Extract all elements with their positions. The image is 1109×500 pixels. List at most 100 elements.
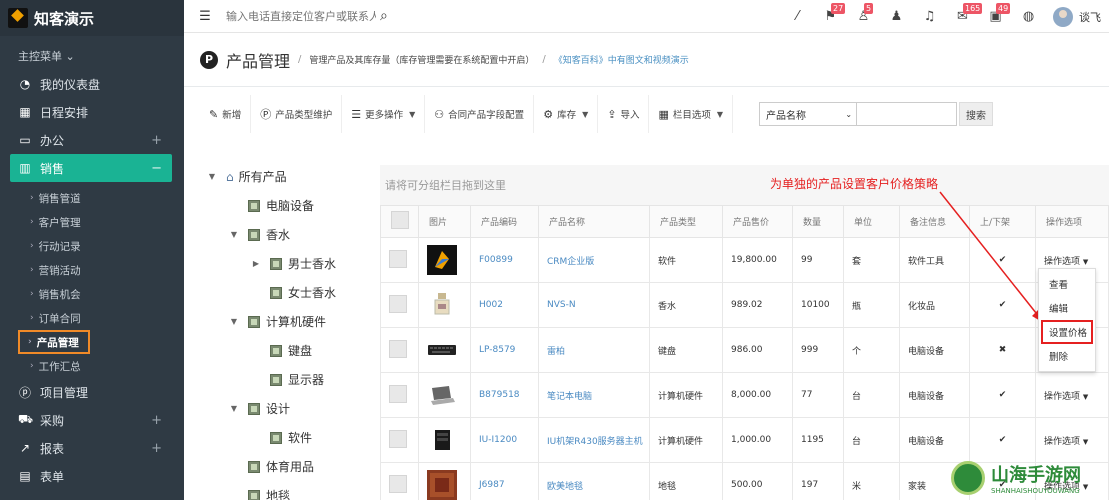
table-row[interactable]: LP-8579 雷柏 键盘 986.00 999 个 电脑设备 ✖ [380,327,1109,373]
menu-item-delete[interactable]: 删除 [1039,344,1095,368]
help-link[interactable]: 《知客百科》中有图文和视频演示 [554,53,689,66]
tree-node[interactable]: 电脑设备 [200,191,380,220]
row-select-cell[interactable] [380,372,419,418]
sidebar-subitem-opportunities[interactable]: › 销售机会 [0,282,184,306]
row-checkbox[interactable] [389,474,407,493]
search-button[interactable]: 搜索 [959,102,994,126]
column-header[interactable]: 产品编码 [470,205,539,238]
sidebar-subitem-summary[interactable]: › 工作汇总 [0,354,184,378]
magic-wand-icon[interactable]: ⁄ [781,9,814,24]
import-button[interactable]: ⇪ 导入 [598,95,650,133]
sidebar-item-office[interactable]: ▭ 办公 + [0,126,184,154]
product-image-crm[interactable] [427,245,457,275]
caret-down-icon[interactable]: ▼ [228,404,240,413]
product-name-link[interactable]: IU机架R430服务器主机 [547,437,643,447]
row-select-cell[interactable] [380,462,419,500]
product-name-link[interactable]: 雷柏 [547,347,565,357]
column-header[interactable]: 产品名称 [538,205,650,238]
more-actions-button[interactable]: ☰ 更多操作 ▼ [342,95,426,133]
sidebar-item-dashboard[interactable]: ◔ 我的仪表盘 [0,70,184,98]
row-select-cell[interactable] [380,417,419,463]
main-menu-toggle[interactable]: 主控菜单 ⌄ [0,36,184,70]
sidebar-item-schedule[interactable]: ▦ 日程安排 [0,98,184,126]
table-row[interactable]: F00899 CRM企业版 软件 19,800.00 99 套 软件工具 ✔ 操… [380,237,1109,283]
product-code-link[interactable]: J6987 [479,480,505,490]
row-checkbox[interactable] [389,429,407,448]
tree-node[interactable]: 地毯 [200,481,380,500]
expand-icon[interactable]: + [151,133,162,148]
user-remove-icon[interactable]: ♟ [880,9,913,24]
product-name-link[interactable]: CRM企业版 [547,257,594,267]
menu-item-view[interactable]: 查看 [1039,272,1095,296]
ops-dropdown-button[interactable]: 操作选项 ▼ [1044,392,1088,402]
row-select-cell[interactable] [380,282,419,328]
caret-down-icon[interactable]: ▼ [228,317,240,326]
search-input[interactable] [226,9,376,23]
row-checkbox[interactable] [389,249,407,268]
stock-button[interactable]: ⚙ 库存 ▼ [534,95,599,133]
tree-node[interactable]: ▼ 设计 [200,394,380,423]
ops-dropdown-button[interactable]: 操作选项 ▼ [1044,437,1088,447]
sidebar-subitem-marketing[interactable]: › 营销活动 [0,258,184,282]
sidebar-item-projects[interactable]: ⓟ 项目管理 [0,378,184,406]
row-select-cell[interactable] [380,327,419,373]
product-code-link[interactable]: LP-8579 [479,345,515,355]
ops-dropdown-button[interactable]: 操作选项 ▼ [1044,257,1088,267]
row-checkbox[interactable] [389,339,407,358]
tree-node[interactable]: 体育用品 [200,452,380,481]
product-image-keyboard[interactable] [427,335,457,365]
product-image-server[interactable] [427,425,457,455]
product-name-link[interactable]: 笔记本电脑 [547,392,592,402]
collapse-icon[interactable]: − [151,161,162,176]
calendar-icon[interactable]: ▣ 49 [979,3,1012,24]
select-all-header[interactable] [380,205,419,238]
row-checkbox[interactable] [389,294,407,313]
tree-node[interactable]: 女士香水 [200,278,380,307]
globe-icon[interactable]: ◍ [1012,9,1045,24]
sidebar-subitem-contracts[interactable]: › 订单合同 [0,306,184,330]
tree-node[interactable]: 显示器 [200,365,380,394]
caret-right-icon[interactable]: ▶ [250,259,262,268]
column-header[interactable]: 产品售价 [722,205,793,238]
sidebar-item-purchase[interactable]: ⛟ 采购 + [0,406,184,434]
sidebar-item-forms[interactable]: ▤ 表单 [0,462,184,490]
filter-input[interactable] [857,102,958,126]
expand-icon[interactable]: + [151,413,162,428]
row-select-cell[interactable] [380,237,419,283]
column-header[interactable]: 图片 [418,205,471,238]
caret-down-icon[interactable]: ▼ [228,230,240,239]
column-header[interactable]: 产品类型 [649,205,723,238]
mail-icon[interactable]: ✉ 165 [946,3,983,24]
sidebar-subitem-pipeline[interactable]: › 销售管道 [0,186,184,210]
menu-item-set-price[interactable]: 设置价格 [1041,320,1093,344]
search-icon[interactable]: ⌕ [380,8,388,24]
filter-select[interactable]: 产品名称 ⌄ [759,102,858,126]
column-header[interactable]: 单位 [843,205,900,238]
column-header[interactable]: 操作选项 [1035,205,1109,238]
flag-icon[interactable]: ⚑ 27 [814,3,847,24]
bell-icon[interactable]: ♫ [913,9,946,24]
product-name-link[interactable]: 欧美地毯 [547,482,583,492]
table-row[interactable]: IU-I1200 IU机架R430服务器主机 计算机硬件 1,000.00 11… [380,417,1109,463]
column-header[interactable]: 数量 [792,205,844,238]
product-image-laptop[interactable] [427,380,457,410]
tree-node[interactable]: 键盘 [200,336,380,365]
select-all-checkbox[interactable] [391,211,409,229]
app-logo[interactable]: 知客演示 [0,0,184,36]
contract-fields-button[interactable]: ⚇ 合同产品字段配置 [425,95,535,133]
product-code-link[interactable]: H002 [479,300,503,310]
product-image-carpet[interactable] [427,470,457,500]
user-icon[interactable]: ♙ 5 [847,3,880,24]
type-maintain-button[interactable]: Ⓟ 产品类型维护 [251,95,343,133]
product-name-link[interactable]: NVS-N [547,300,576,310]
tree-node[interactable]: ▼ 香水 [200,220,380,249]
group-drop-zone[interactable]: 请将可分组栏目拖到这里 [380,165,1109,205]
user-menu[interactable]: 谈飞 [1045,6,1109,27]
table-row[interactable]: H002 NVS-N 香水 989.02 10100 瓶 化妆品 ✔ [380,282,1109,328]
tree-node-root[interactable]: ▼ ⌂ 所有产品 [200,162,380,191]
menu-item-edit[interactable]: 编辑 [1039,296,1095,320]
sidebar-item-sales[interactable]: ▥ 销售 − [10,154,172,182]
expand-icon[interactable]: + [151,441,162,456]
sidebar-subitem-products[interactable]: › 产品管理 [18,330,90,354]
add-button[interactable]: ✎ 新增 [200,95,252,133]
